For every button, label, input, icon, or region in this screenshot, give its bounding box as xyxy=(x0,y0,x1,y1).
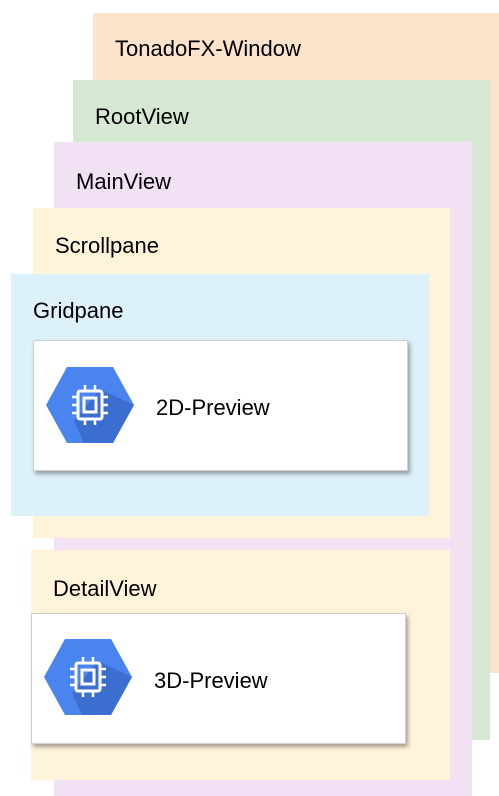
preview-2d-card[interactable]: 2D-Preview xyxy=(33,340,408,471)
root-view-title: RootView xyxy=(95,104,189,129)
preview-3d-label: 3D-Preview xyxy=(154,668,268,693)
detail-view-layer: DetailView 3D-Preview xyxy=(31,550,450,780)
scrollpane-title: Scrollpane xyxy=(55,233,159,258)
window-title: TonadoFX-Window xyxy=(115,36,301,61)
chip-icon xyxy=(44,365,136,445)
detail-view-title: DetailView xyxy=(53,576,157,601)
main-view-title: MainView xyxy=(76,169,171,194)
preview-3d-card[interactable]: 3D-Preview xyxy=(31,613,406,744)
gridpane-layer: Gridpane 2D-Preview xyxy=(11,274,429,516)
gridpane-title: Gridpane xyxy=(33,298,124,323)
preview-2d-label: 2D-Preview xyxy=(156,395,270,420)
chip-icon xyxy=(42,637,134,717)
